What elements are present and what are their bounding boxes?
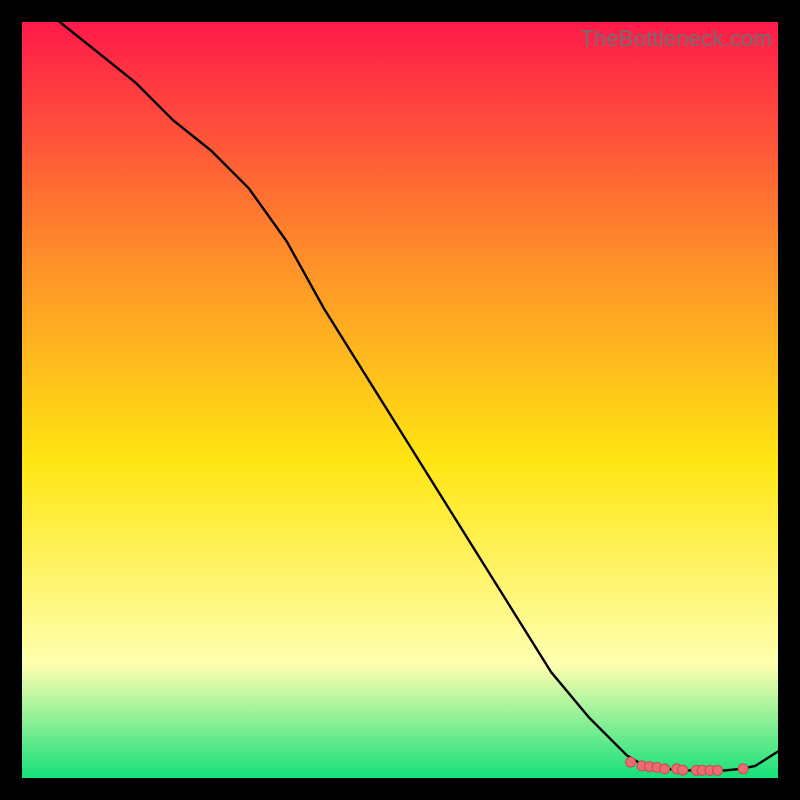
marker-dot [660,764,670,774]
marker-dot [713,765,723,775]
gradient-background [22,22,778,778]
marker-dot [678,765,688,775]
marker-dot [738,764,748,774]
chart-svg [22,22,778,778]
marker-dot [626,757,636,767]
plot-area: TheBottleneck.com [22,22,778,778]
chart-frame: TheBottleneck.com [0,0,800,800]
